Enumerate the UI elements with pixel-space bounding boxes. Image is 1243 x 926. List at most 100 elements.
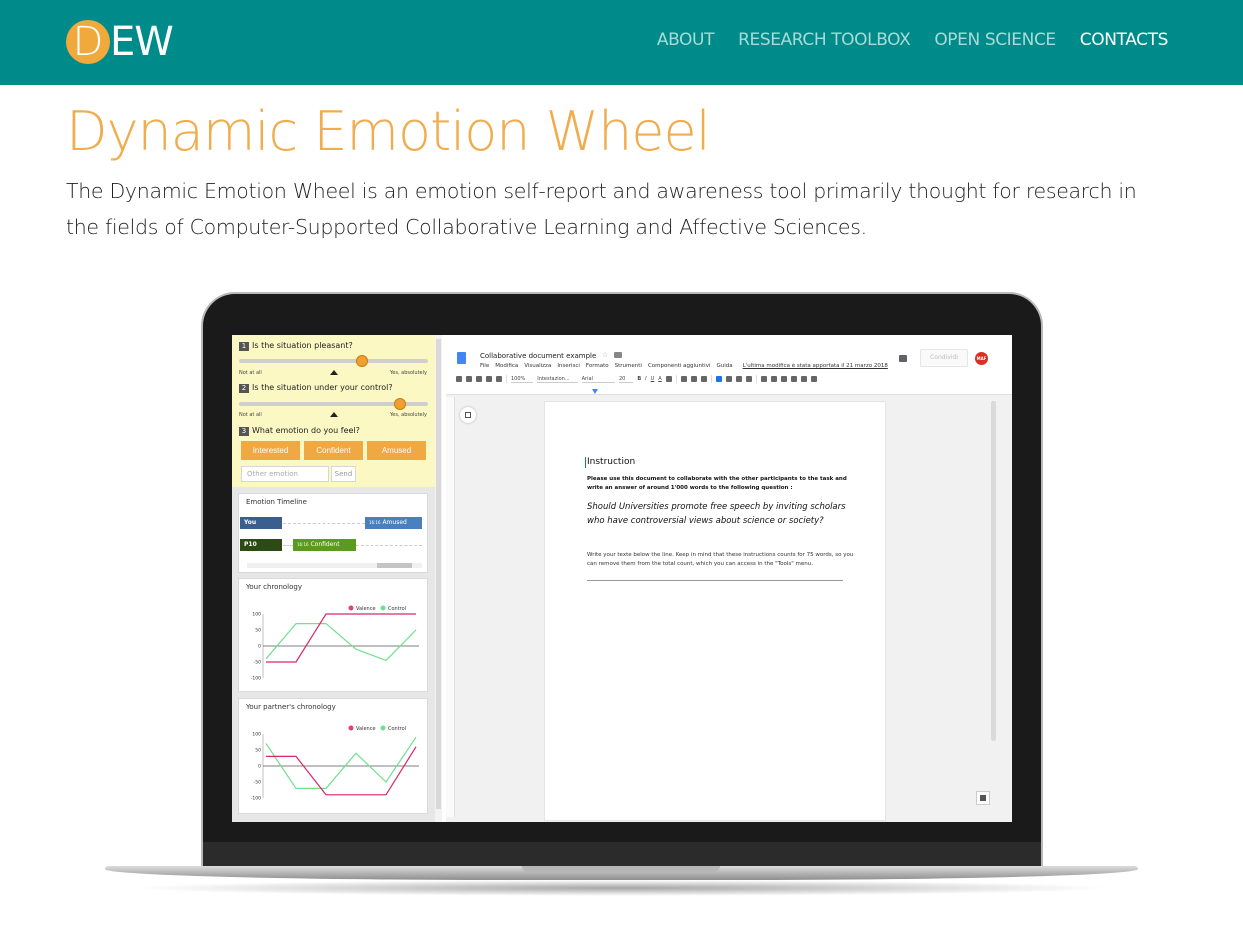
nav-research-toolbox[interactable]: RESEARCH TOOLBOX — [738, 30, 911, 50]
timeline-scroll-thumb[interactable] — [377, 563, 412, 568]
italic-icon[interactable]: I — [645, 376, 646, 382]
dew-logo[interactable]: D EW — [66, 18, 186, 66]
menu-file[interactable]: File — [480, 363, 489, 369]
timeline-you-emotion-label: Amused — [382, 519, 407, 526]
nav-open-science[interactable]: OPEN SCIENCE — [934, 30, 1056, 50]
print-icon[interactable] — [476, 376, 482, 382]
comment-icon[interactable] — [899, 355, 907, 362]
menu-modifica[interactable]: Modifica — [495, 363, 518, 369]
left-panel-scroll-thumb[interactable] — [436, 339, 441, 809]
bulleted-list-icon[interactable] — [780, 376, 787, 382]
highlight-icon[interactable] — [665, 376, 672, 382]
menu-inserisci[interactable]: Inserisci — [557, 363, 580, 369]
question-3-number: 3 — [239, 427, 249, 436]
last-edit-link[interactable]: L'ultima modifica è stata apportata il 2… — [743, 363, 888, 369]
increase-indent-icon[interactable] — [800, 376, 807, 382]
menu-componenti[interactable]: Componenti aggiuntivi — [648, 363, 711, 369]
pleasant-max-label: Yes, absolutely — [389, 370, 427, 376]
image-icon[interactable] — [700, 376, 707, 382]
menu-formato[interactable]: Formato — [586, 363, 609, 369]
undo-icon[interactable] — [456, 376, 462, 382]
doc-note: Write your texte below the line. Keep in… — [587, 552, 854, 567]
page-title: Dynamic Emotion Wheel — [66, 100, 711, 163]
menu-strumenti[interactable]: Strumenti — [615, 363, 642, 369]
document-scrollbar[interactable] — [991, 401, 996, 741]
explore-icon — [980, 795, 986, 801]
y-tick-label: 50 — [255, 748, 261, 754]
document-page[interactable]: Instruction Please use this document to … — [544, 401, 886, 821]
zoom-select[interactable]: 100% — [511, 376, 534, 383]
y-tick-label: 100 — [252, 732, 261, 738]
justify-icon[interactable] — [745, 376, 752, 382]
legend-valence-swatch — [348, 725, 354, 731]
nav-about[interactable]: ABOUT — [657, 30, 715, 50]
link-icon[interactable] — [680, 376, 687, 382]
nav-contacts[interactable]: CONTACTS — [1080, 30, 1169, 50]
toolbar-separator — [755, 375, 757, 383]
doc-question: Should Universities promote free speech … — [587, 502, 846, 526]
emotion-confident-button[interactable]: Confident — [304, 441, 363, 460]
clear-formatting-icon[interactable] — [810, 376, 817, 382]
outline-button[interactable] — [460, 407, 476, 423]
control-slider-knob[interactable] — [393, 398, 406, 410]
questions-box: 1 Is the situation pleasant? Not at all Y… — [232, 335, 435, 487]
line-spacing-icon[interactable] — [760, 376, 767, 382]
vertical-ruler — [446, 397, 455, 817]
y-tick-label: -100 — [251, 676, 261, 682]
pleasant-min-label: Not at all — [239, 370, 262, 376]
document-menu: File Modifica Visualizza Inserisci Forma… — [480, 363, 888, 369]
decrease-indent-icon[interactable] — [790, 376, 797, 382]
question-2-number: 2 — [239, 384, 249, 393]
numbered-list-icon[interactable] — [770, 376, 777, 382]
share-button[interactable]: Condividi — [920, 349, 968, 367]
menu-guida[interactable]: Guida — [716, 363, 732, 369]
question-1-number: 1 — [239, 342, 249, 351]
explore-button[interactable] — [976, 791, 990, 805]
paint-format-icon[interactable] — [496, 376, 502, 382]
folder-icon[interactable] — [614, 352, 622, 358]
indent-marker[interactable] — [592, 389, 598, 394]
document-header: Collaborative document example ☆ File Mo… — [446, 335, 1012, 395]
pleasant-slider-knob[interactable] — [355, 355, 368, 367]
y-tick-label: -100 — [251, 796, 261, 802]
doc-heading: Instruction — [587, 457, 636, 467]
question-3: 3 What emotion do you feel? — [239, 426, 360, 436]
emotion-amused-button[interactable]: Amused — [367, 441, 426, 460]
emotion-interested-button[interactable]: Interested — [241, 441, 300, 460]
font-select[interactable]: Arial — [581, 376, 615, 383]
toolbar-separator — [506, 375, 507, 383]
text-cursor — [585, 457, 586, 468]
document-title[interactable]: Collaborative document example — [480, 352, 596, 360]
timeline-p10-label: P10 — [240, 539, 282, 551]
question-2-text: Is the situation under your control? — [252, 383, 393, 392]
align-center-icon[interactable] — [725, 376, 732, 382]
toolbar-separator — [675, 375, 677, 383]
y-tick-label: 50 — [255, 628, 261, 634]
docs-icon[interactable] — [457, 352, 466, 364]
insert-comment-icon[interactable] — [690, 376, 697, 382]
left-panel-scrollbar[interactable] — [435, 335, 442, 822]
timeline-scrollbar[interactable] — [247, 563, 422, 568]
laptop-notch — [522, 866, 720, 872]
other-emotion-input[interactable]: Other emotion — [241, 466, 329, 482]
send-button[interactable]: Send — [331, 466, 356, 482]
align-left-icon[interactable] — [715, 376, 722, 382]
avatar[interactable]: MAF — [975, 352, 988, 365]
underline-icon[interactable]: U — [651, 376, 655, 382]
legend-control-swatch — [380, 725, 386, 731]
redo-icon[interactable] — [466, 376, 472, 382]
y-tick-label: 100 — [252, 612, 261, 618]
style-select[interactable]: Intestazion... — [537, 376, 578, 383]
star-icon[interactable]: ☆ — [602, 351, 608, 359]
toolbar-separator — [710, 375, 712, 383]
bold-icon[interactable]: B — [637, 376, 641, 382]
menu-visualizza[interactable]: Visualizza — [524, 363, 551, 369]
outline-icon — [465, 412, 471, 418]
spellcheck-icon[interactable] — [486, 376, 492, 382]
text-color-icon[interactable]: A — [658, 376, 661, 382]
pleasant-slider-track[interactable] — [239, 359, 428, 363]
size-select[interactable]: 20 — [618, 376, 634, 383]
document-editor: Collaborative document example ☆ File Mo… — [446, 335, 1012, 822]
timeline-p10-emotion: 16:16 Confident — [293, 539, 356, 551]
align-right-icon[interactable] — [735, 376, 742, 382]
